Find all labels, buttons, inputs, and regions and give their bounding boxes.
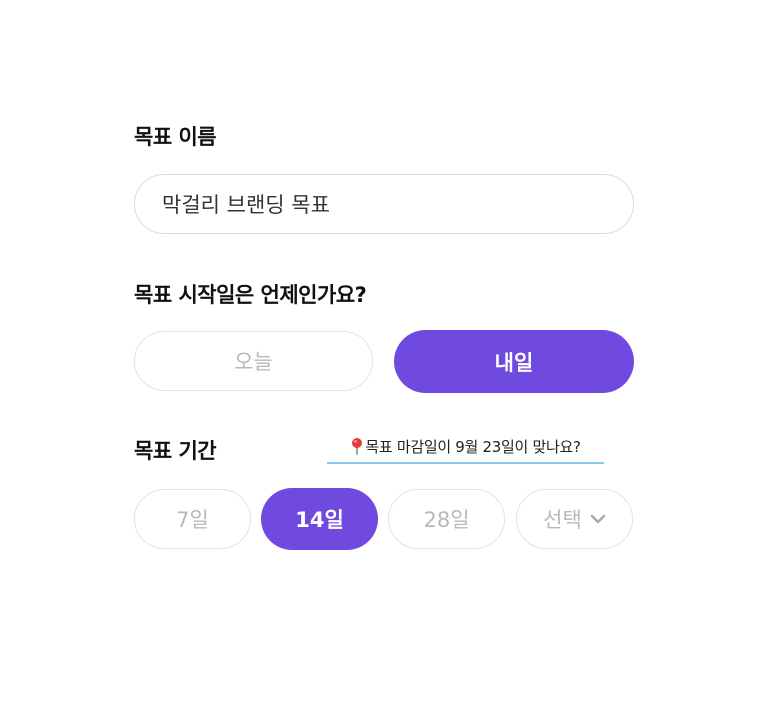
start-tomorrow-label: 내일	[494, 350, 534, 375]
deadline-hint: 목표 마감일이 9월 23일이 맞나요?	[327, 436, 604, 464]
duration-14-days-button[interactable]: 14일	[261, 488, 378, 550]
start-date-label: 목표 시작일은 언제인가요?	[134, 283, 367, 307]
duration-7-days-button[interactable]: 7일	[134, 489, 251, 549]
start-today-button[interactable]: 오늘	[134, 331, 373, 391]
goal-name-label: 목표 이름	[134, 125, 217, 149]
duration-custom-label: 선택	[543, 508, 582, 532]
start-tomorrow-button[interactable]: 내일	[394, 330, 634, 393]
start-today-label: 오늘	[234, 350, 273, 374]
duration-custom-dropdown[interactable]: 선택	[516, 489, 633, 549]
duration-28-days-button[interactable]: 28일	[388, 489, 505, 549]
deadline-hint-text: 목표 마감일이 9월 23일이 맞나요?	[365, 438, 581, 456]
chevron-down-icon	[590, 514, 606, 524]
pin-icon	[352, 438, 363, 455]
duration-label: 목표 기간	[134, 439, 217, 463]
duration-14-days-label: 14일	[295, 508, 344, 532]
duration-28-days-label: 28일	[423, 508, 470, 532]
duration-7-days-label: 7일	[176, 508, 209, 532]
goal-name-input[interactable]	[134, 174, 634, 234]
